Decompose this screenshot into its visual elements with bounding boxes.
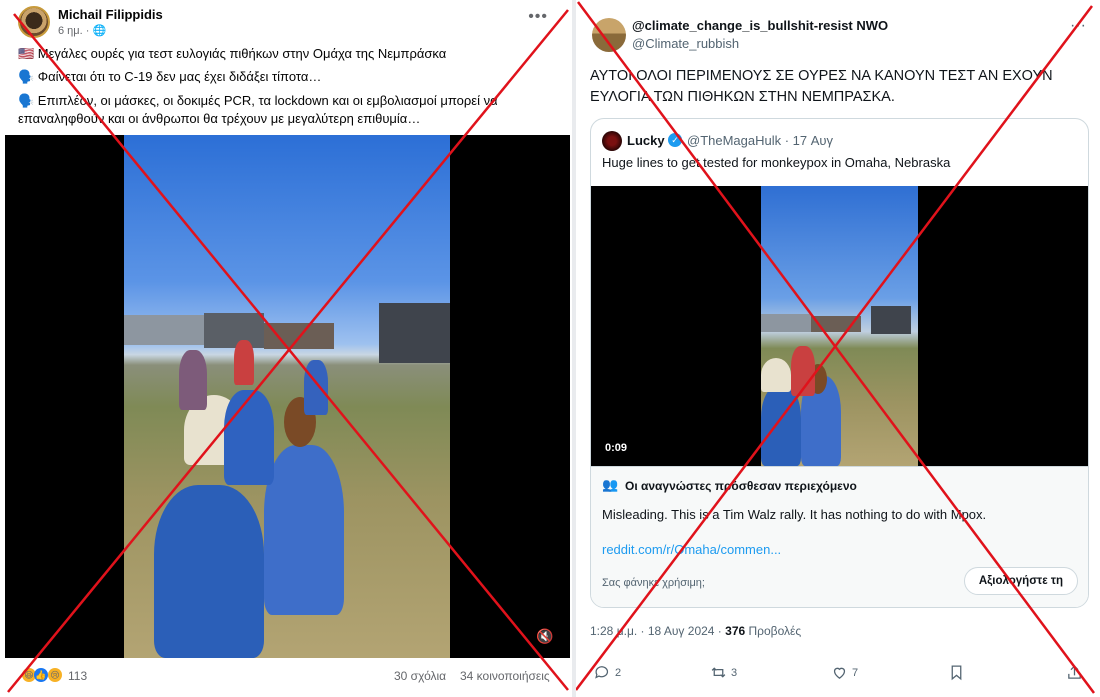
rate-note-button[interactable]: Αξιολογήστε τη (963, 567, 1078, 595)
views-label: Προβολές (745, 624, 802, 638)
reply-count: 2 (615, 666, 622, 679)
like-reaction-icon: 👍 (34, 668, 48, 682)
share-button[interactable] (1066, 664, 1083, 681)
helpful-question: Σας φάνηκε χρήσιμη; (602, 577, 705, 589)
author-name[interactable]: Michail Filippidis (58, 7, 163, 22)
tweet-timestamp[interactable]: 1:28 μ.μ. · 18 Αυγ 2024 · (590, 624, 725, 638)
bookmark-button[interactable] (948, 664, 965, 681)
reply-icon (595, 666, 609, 679)
post-footer: 😆 👍 😢 113 30 σχόλια 34 κοινοποιήσεις (0, 662, 572, 692)
quoted-tweet[interactable]: Lucky ✓ @TheMagaHulk · 17 Αυγ Huge lines… (590, 118, 1089, 608)
like-count: 7 (852, 666, 859, 679)
notes-icon: 👥 (602, 477, 619, 492)
facebook-post: Michail Filippidis 6 ημ. · 🌐 ••• 🇺🇸 Μεγά… (0, 0, 572, 697)
community-note: 👥 Οι αναγνώστες πρόσθεσαν περιεχόμενο Mi… (591, 466, 1088, 607)
more-icon[interactable]: ••• (528, 8, 548, 26)
video-duration: 0:09 (605, 442, 628, 454)
community-note-link[interactable]: reddit.com/r/Omaha/commen... (602, 542, 781, 557)
quoted-avatar[interactable] (602, 131, 622, 151)
post-video[interactable]: 🔇 (5, 135, 570, 658)
reactions-count[interactable]: 113 (68, 669, 87, 683)
quoted-video[interactable]: 0:09 (591, 186, 1088, 466)
like-icon (833, 667, 846, 679)
more-icon[interactable]: ··· (1070, 17, 1086, 35)
shares-count[interactable]: 34 κοινοποιήσεις (460, 669, 550, 683)
community-note-body: Misleading. This is a Tim Walz rally. It… (602, 507, 987, 522)
retweet-icon (711, 667, 726, 678)
bookmark-icon (951, 665, 962, 681)
post-line-1: 🇺🇸 Μεγάλες ουρές για τεστ ευλογιάς πιθήκ… (18, 46, 447, 61)
comments-count[interactable]: 30 σχόλια (394, 669, 446, 683)
tweet-author-avatar[interactable] (592, 18, 626, 52)
verified-icon: ✓ (668, 133, 682, 147)
tweet-author-name[interactable]: @climate_change_is_bullshit-resist NWO (632, 18, 888, 33)
tweet: @climate_change_is_bullshit-resist NWO @… (576, 0, 1100, 697)
post-time-label: 6 ημ. · (58, 25, 93, 37)
post-line-2: 🗣️ Φαίνεται ότι το C-19 δεν μας έχει διδ… (18, 69, 322, 84)
retweet-button[interactable]: 3 (710, 664, 737, 681)
mute-icon[interactable]: 🔇 (536, 628, 556, 648)
retweet-count: 3 (731, 666, 738, 679)
tweet-meta: 1:28 μ.μ. · 18 Αυγ 2024 · 376 Προβολές (590, 624, 801, 638)
globe-icon: 🌐 (92, 25, 107, 37)
tweet-text: ΑΥΤΟΙ ΟΛΟΙ ΠΕΡΙΜΕΝΟΥΣ ΣΕ ΟΥΡΕΣ ΝΑ ΚΑΝΟΥΝ… (590, 68, 1053, 105)
post-time[interactable]: 6 ημ. · 🌐 (58, 24, 106, 37)
like-button[interactable]: 7 (831, 664, 858, 681)
post-line-3: 🗣️ Επιπλέον, οι μάσκες, οι δοκιμές PCR, … (18, 93, 498, 126)
reply-button[interactable]: 2 (594, 664, 621, 681)
quoted-author-name[interactable]: Lucky (627, 133, 665, 148)
views-count: 376 (725, 624, 746, 638)
sad-icon: 😢 (48, 668, 62, 682)
author-avatar[interactable] (18, 6, 50, 38)
quoted-video-frame (761, 186, 918, 466)
tweet-author-handle[interactable]: @Climate_rubbish (632, 36, 739, 51)
quoted-text: Huge lines to get tested for monkeypox i… (602, 155, 951, 170)
video-frame (124, 135, 450, 658)
share-icon (1068, 665, 1081, 679)
community-note-title: Οι αναγνώστες πρόσθεσαν περιεχόμενο (625, 479, 857, 493)
quoted-author-handle[interactable]: @TheMagaHulk · 17 Αυγ (687, 133, 833, 148)
tweet-actions: 2 3 7 (576, 664, 1100, 688)
